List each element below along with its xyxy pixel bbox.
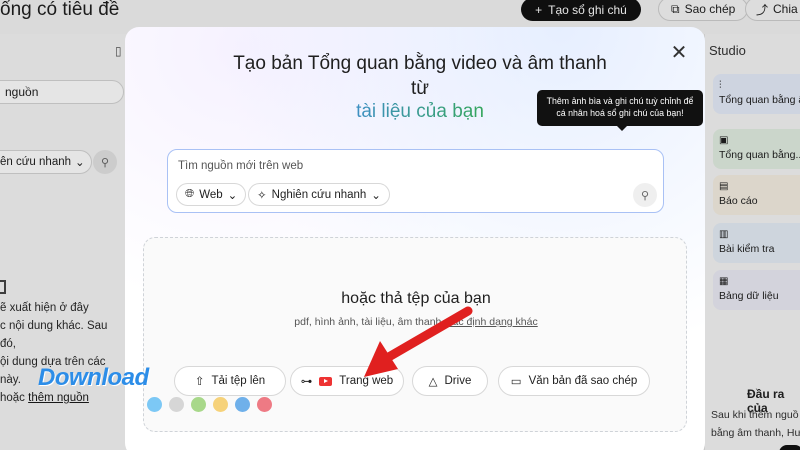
globe-icon: 🌐︎ [185,188,195,200]
watermark-dot [235,397,250,412]
youtube-icon [319,376,333,386]
chevron-down-icon: ⌄ [371,189,381,202]
drive-icon: △ [428,376,438,388]
research-mode-label: Nghiên cứu nhanh [271,188,367,201]
upload-icon: ⇧ [194,376,205,388]
watermark-dot [169,397,184,412]
download-watermark-logo: Download [38,364,149,391]
clipboard-icon: ▭ [510,376,522,388]
copied-text-button[interactable]: ▭ Văn bản đã sao chép [498,366,650,396]
website-label: Trang web [339,375,394,387]
close-icon[interactable]: ✕ [669,43,689,63]
upload-file-button[interactable]: ⇧ Tải tệp lên [174,366,286,396]
link-icon: ⊶ [300,376,313,388]
search-icon[interactable]: ⚲ [633,183,657,207]
website-source-button[interactable]: ⊶ Trang web [290,366,404,396]
drive-source-button[interactable]: △ Drive [412,366,488,396]
drop-zone-title: hoặc thả tệp của bạn [341,290,491,307]
formats-text: pdf, hình ảnh, tài liệu, âm thanh, [294,316,445,328]
watermark-dots [147,397,272,412]
research-mode-select[interactable]: ✧ Nghiên cứu nhanh ⌄ [248,183,390,206]
watermark-dot [257,397,272,412]
upload-label: Tải tệp lên [211,375,266,387]
drive-label: Drive [444,375,472,387]
source-type-label: Web [199,188,223,201]
watermark-dot [191,397,206,412]
other-formats-link[interactable]: các định dạng khác [447,316,537,328]
web-search-box[interactable]: Tìm nguồn mới trên web 🌐︎ Web ⌄ ✧ Nghiên… [167,149,664,213]
watermark-dot [213,397,228,412]
copied-text-label: Văn bản đã sao chép [528,375,638,387]
sparkle-search-icon: ✧ [257,189,267,202]
dialog-subtitle: tài liệu của bạn [295,99,545,124]
chevron-down-icon: ⌄ [227,189,238,202]
source-type-select[interactable]: 🌐︎ Web ⌄ [176,183,247,206]
web-search-input[interactable]: Tìm nguồn mới trên web [178,160,303,172]
cover-image-tooltip: Thêm ảnh bìa và ghi chú tuỳ chỉnh để cá … [537,90,703,131]
watermark-dot [147,397,162,412]
supported-formats: pdf, hình ảnh, tài liệu, âm thanh, các đ… [144,316,688,328]
